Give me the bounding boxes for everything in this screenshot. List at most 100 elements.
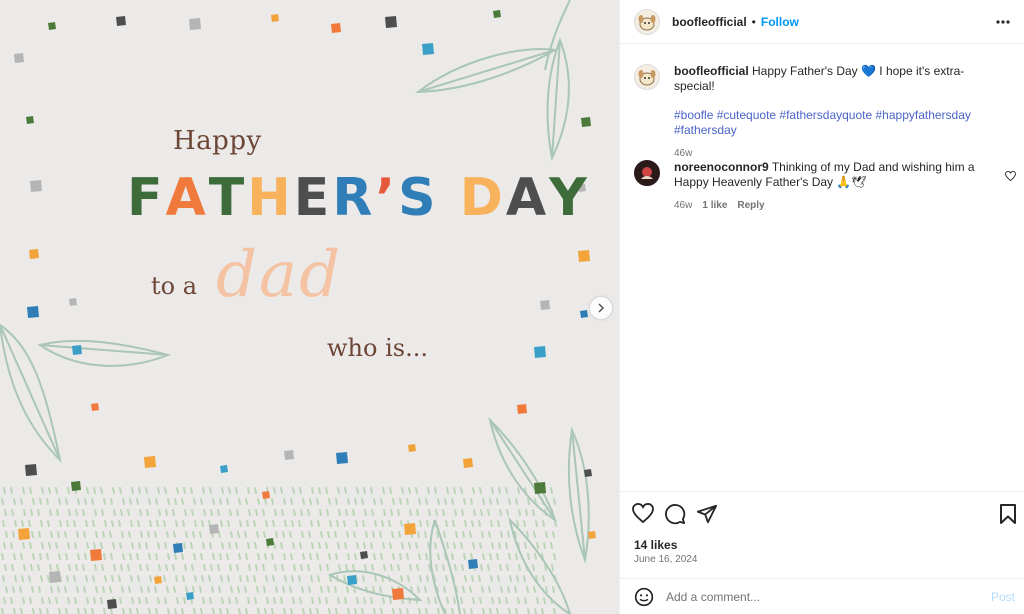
- grass-dash: [325, 597, 328, 604]
- grass-dash: [3, 597, 6, 604]
- post-header: boofleofficial • Follow: [620, 0, 1024, 44]
- grass-dash: [460, 487, 463, 494]
- grass-dash: [58, 498, 61, 505]
- grass-dash: [415, 487, 418, 494]
- grass-dash: [290, 608, 293, 614]
- confetti-piece: [580, 310, 588, 318]
- grass-dash: [463, 608, 466, 614]
- confetti-piece: [534, 346, 546, 358]
- grass-dash: [145, 597, 148, 604]
- grass-dash: [416, 509, 419, 516]
- grass-dash: [235, 487, 238, 494]
- header-username[interactable]: boofleofficial: [672, 15, 747, 29]
- grass-dash: [415, 542, 418, 549]
- more-options-button[interactable]: [993, 12, 1013, 32]
- grass-dash: [93, 487, 96, 494]
- grass-dash: [37, 509, 40, 516]
- grass-dash: [553, 498, 556, 505]
- grass-dash: [77, 553, 80, 560]
- post-comment-button[interactable]: Post: [991, 590, 1015, 604]
- save-button[interactable]: [999, 503, 1017, 525]
- grass-dash: [253, 575, 256, 582]
- avatar[interactable]: [634, 8, 660, 35]
- grass-dash: [264, 608, 267, 614]
- grass-dash: [380, 553, 383, 560]
- grass-dash: [282, 531, 285, 538]
- grass-dash: [55, 542, 58, 549]
- grass-dash: [443, 586, 446, 593]
- grass-dash: [129, 498, 132, 505]
- grass-dash: [274, 509, 277, 516]
- grass-dash: [515, 498, 518, 505]
- post-image[interactable]: Happy FATHER’S DAY to a dad who is...: [0, 0, 619, 614]
- grass-dash: [190, 487, 193, 494]
- grass-dash: [374, 575, 377, 582]
- grass-dash: [127, 564, 130, 571]
- grass-dash: [176, 597, 179, 604]
- caption-hashtags[interactable]: #boofle #cutequote #fathersdayquote #hap…: [674, 108, 1004, 138]
- grass-dash: [14, 575, 17, 582]
- grass-dash: [337, 597, 340, 604]
- grass-dash: [181, 498, 184, 505]
- like-button[interactable]: [632, 502, 656, 527]
- caption-avatar[interactable]: [634, 64, 660, 90]
- follow-button[interactable]: Follow: [761, 15, 799, 29]
- grass-dash: [40, 575, 43, 582]
- reply-button[interactable]: Reply: [737, 198, 764, 213]
- grass-dash: [417, 586, 420, 593]
- grass-dash: [75, 564, 78, 571]
- grass-dash: [437, 498, 440, 505]
- grass-dash: [382, 597, 385, 604]
- grass-dash: [194, 575, 197, 582]
- grass-dash: [40, 520, 43, 527]
- next-image-button[interactable]: [590, 297, 612, 319]
- emoji-icon[interactable]: [634, 587, 654, 607]
- grass-dash: [506, 509, 509, 516]
- comment-likes[interactable]: 1 like: [702, 198, 727, 213]
- grass-dash: [451, 553, 454, 560]
- grass-dash: [67, 597, 70, 604]
- grass-dash: [239, 575, 242, 582]
- grass-dash: [391, 531, 394, 538]
- grass-dash: [273, 542, 276, 549]
- confetti-piece: [25, 464, 37, 476]
- share-button[interactable]: [696, 503, 720, 527]
- grass-dash: [383, 509, 386, 516]
- grass-dash: [172, 509, 175, 516]
- grass-dash: [329, 575, 332, 582]
- grass-dash: [209, 597, 212, 604]
- comment-time[interactable]: 46w: [674, 198, 692, 213]
- share-icon: [696, 504, 718, 523]
- grass-dash: [434, 542, 437, 549]
- comment-button[interactable]: [664, 503, 688, 527]
- comment-username[interactable]: noreenoconnor9: [674, 160, 769, 174]
- confetti-piece: [14, 53, 24, 63]
- grass-dash: [119, 487, 122, 494]
- grass-dash: [23, 564, 26, 571]
- grass-dash: [248, 564, 251, 571]
- grass-dash: [399, 553, 402, 560]
- grass-dash: [374, 520, 377, 527]
- heart-icon: [1005, 170, 1016, 182]
- grass-dash: [103, 498, 106, 505]
- grass-dash: [343, 575, 346, 582]
- caption-username[interactable]: boofleofficial: [674, 64, 749, 78]
- comment-avatar[interactable]: [634, 160, 660, 186]
- post-date[interactable]: June 16, 2024: [634, 554, 697, 565]
- confetti-piece: [385, 16, 397, 28]
- grass-dash: [355, 520, 358, 527]
- grass-dash: [334, 531, 337, 538]
- grass-dash: [265, 520, 268, 527]
- grass-dash: [525, 509, 528, 516]
- comment-like-button[interactable]: [1005, 168, 1016, 186]
- caption-time[interactable]: 46w: [674, 146, 692, 161]
- grass-dash: [184, 564, 187, 571]
- grass-dash: [192, 586, 195, 593]
- grass-dash: [464, 575, 467, 582]
- comment-input[interactable]: [666, 589, 966, 604]
- grass-dash: [202, 542, 205, 549]
- likes-count[interactable]: 14 likes: [634, 538, 677, 552]
- grass-dash: [257, 553, 260, 560]
- grass-dash: [41, 542, 44, 549]
- grass-dash: [328, 553, 331, 560]
